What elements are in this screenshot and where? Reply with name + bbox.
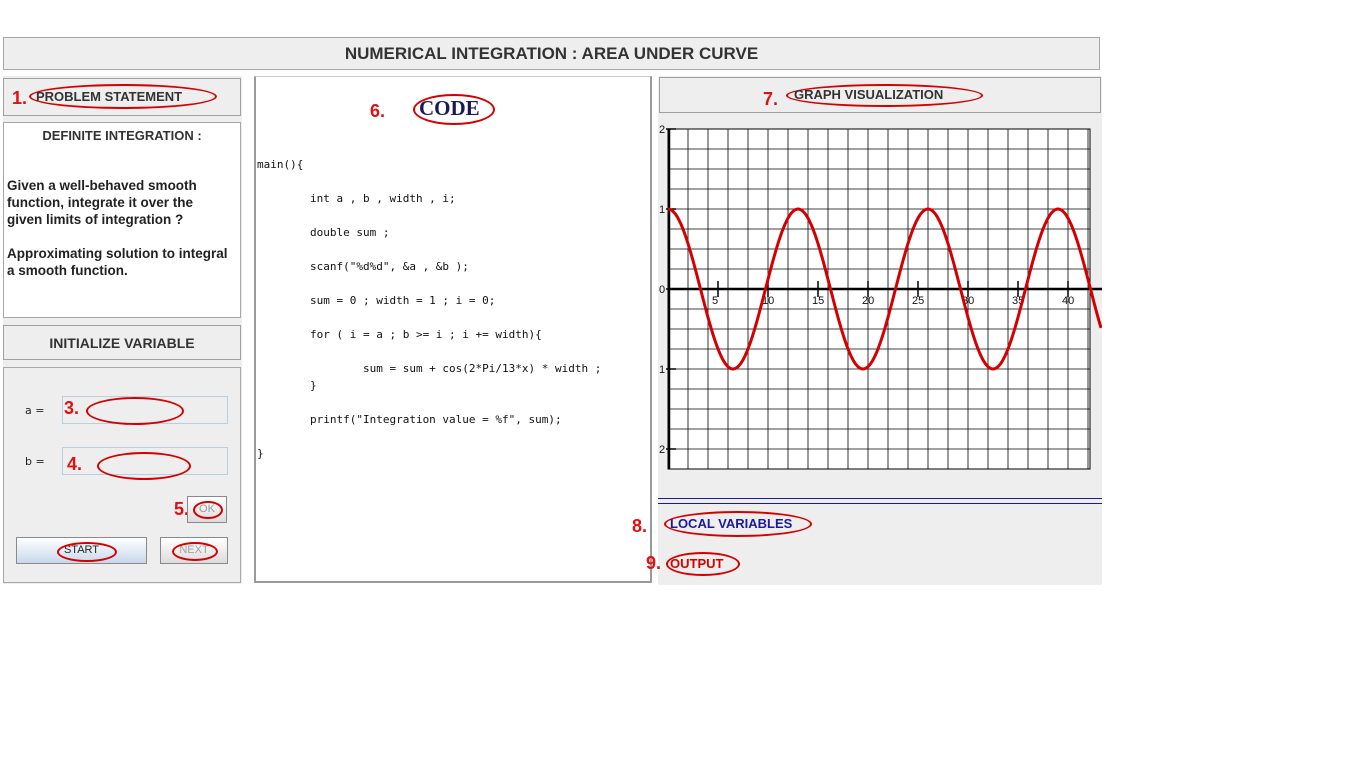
plot-area [667,128,1091,470]
code-line-10: } [257,447,264,460]
code-line-6: for ( i = a ; b >= i ; i += width){ [257,328,542,341]
output-marker: 9. [646,553,662,573]
separator-line-2 [658,503,1102,504]
separator-line [658,498,1102,499]
y-tick-label: 0 [659,284,665,296]
code-line-4: scanf("%d%d", &a , &b ); [257,260,469,273]
problem-statement-label: PROBLEM STATEMENT [36,89,183,104]
y-tick-label: 1 [659,204,665,216]
y-tick-label: 1 [659,364,665,376]
problem-statement-box: DEFINITE INTEGRATION : Given a well-beha… [3,122,241,318]
code-header: CODE [419,96,480,120]
graph-header-label: GRAPH VISUALIZATION [794,87,944,102]
graph-chart: 5 10 15 20 25 30 35 4021012 [659,124,1102,470]
code-line-9: printf("Integration value = %f", sum); [257,413,562,426]
code-marker: 6. [370,101,386,121]
y-tick-label: 2 [659,124,665,136]
code-line-8: } [257,379,317,392]
b-marker: 4. [67,454,83,474]
page-title: NUMERICAL INTEGRATION : AREA UNDER CURVE [3,37,1100,70]
problem-text-1: Given a well-behaved smooth function, in… [7,178,197,227]
start-button-oval [57,542,117,562]
problem-text-2: Approximating solution to integral a smo… [7,246,228,278]
problem-statement-marker: 1. [12,88,28,108]
local-variables-label[interactable]: LOCAL VARIABLES [670,516,792,531]
x-tick-label: 20 [862,295,874,307]
initialize-variable-header: INITIALIZE VARIABLE [3,325,241,360]
b-label: b = [25,455,45,468]
code-line-3: double sum ; [257,226,390,239]
b-input-oval [97,452,191,480]
a-input-oval [86,397,184,425]
a-marker: 3. [64,398,80,418]
graph-marker: 7. [763,89,779,109]
y-tick-label: 2 [659,444,665,456]
x-tick-label: 15 [812,295,824,307]
local-variables-marker: 8. [632,516,648,536]
code-line-2: int a , b , width , i; [257,192,456,205]
next-button-oval [172,542,218,561]
ok-button-oval [193,501,223,519]
x-tick-label: 5 [712,295,718,307]
x-tick-label: 25 [912,295,924,307]
problem-subtitle: DEFINITE INTEGRATION : [42,128,202,143]
code-line-1: main(){ [257,158,304,171]
x-tick-label: 40 [1062,295,1074,307]
output-label[interactable]: OUTPUT [670,556,723,571]
code-line-5: sum = 0 ; width = 1 ; i = 0; [257,294,496,307]
code-line-7: sum = sum + cos(2*Pi/13*x) * width ; [257,362,602,375]
a-label: a = [25,404,45,417]
